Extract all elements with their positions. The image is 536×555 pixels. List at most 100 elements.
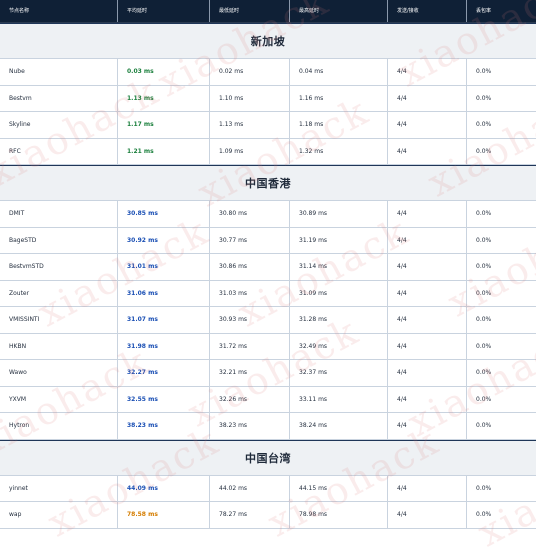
sent-received-cell: 4/4: [388, 227, 467, 253]
node-name-cell: Nube: [0, 59, 118, 85]
table-row: RFC 1.21 ms 1.09 ms 1.32 ms 4/4 0.0%: [0, 138, 536, 165]
table-row: wap 78.58 ms 78.27 ms 78.98 ms 4/4 0.0%: [0, 502, 536, 529]
packet-loss-cell: 0.0%: [476, 316, 492, 323]
min-latency-cell: 32.26 ms: [210, 386, 290, 412]
sent-received-cell: 4/4: [388, 307, 467, 333]
node-name-cell: Hytron: [0, 413, 118, 439]
packet-loss-cell: 0.0%: [476, 289, 492, 297]
packet-loss-cell: 0.0%: [476, 511, 492, 518]
max-latency-cell: 1.16 ms: [290, 85, 388, 111]
node-name-cell: YXVM: [0, 386, 118, 412]
packet-loss-cell: 0.0%: [476, 147, 492, 155]
max-latency-cell: 0.04 ms: [290, 59, 388, 85]
min-latency-cell: 1.10 ms: [210, 85, 290, 111]
table-row: Skyline 1.17 ms 1.13 ms 1.18 ms 4/4 0.0%: [0, 112, 536, 139]
sent-received-cell: 4/4: [388, 201, 467, 227]
node-name-cell: RFC: [0, 138, 118, 164]
min-latency-cell: 1.09 ms: [210, 138, 290, 164]
sent-received-cell: 4/4: [388, 475, 467, 501]
packet-loss-cell: 0.0%: [476, 236, 492, 244]
avg-latency-cell: 30.92 ms: [118, 227, 210, 253]
table-row: BestvmSTD 31.01 ms 30.86 ms 31.14 ms 4/4 0.0%: [0, 254, 536, 281]
avg-latency-cell: 30.85 ms: [118, 201, 210, 227]
node-name-cell: BageSTD: [0, 227, 118, 253]
avg-latency-cell: 31.01 ms: [118, 254, 210, 280]
column-header-node-name: 节点名称: [0, 0, 118, 22]
sent-received-cell: 4/4: [388, 502, 467, 528]
node-name-cell: yinnet: [0, 475, 118, 501]
table-row: VMISSINTI 31.07 ms 30.93 ms 31.28 ms 4/4 0.0%: [0, 307, 536, 334]
avg-latency-cell: 1.21 ms: [118, 138, 210, 164]
max-latency-cell: 32.37 ms: [290, 360, 388, 386]
latency-table: 节点名称 平均延时 最低延时 最高延时 发送/接收 丢包率 新加坡 Nube 0.0…: [0, 0, 536, 529]
node-name-cell: wap: [0, 502, 118, 528]
avg-latency-cell: 38.23 ms: [118, 413, 210, 439]
node-name-cell: DMIT: [0, 201, 118, 227]
avg-latency-cell: 44.09 ms: [118, 475, 210, 501]
packet-loss-cell: 0.0%: [476, 484, 492, 492]
max-latency-cell: 32.49 ms: [290, 333, 388, 359]
max-latency-cell: 44.15 ms: [290, 475, 388, 501]
avg-latency-cell: 78.58 ms: [118, 502, 210, 528]
avg-latency-cell: 1.13 ms: [118, 85, 210, 111]
avg-latency-cell: 1.17 ms: [118, 112, 210, 138]
sent-received-cell: 4/4: [388, 360, 467, 386]
node-name-cell: HKBN: [0, 333, 118, 359]
max-latency-cell: 31.09 ms: [290, 280, 388, 306]
column-header-packet-loss: 丢包率: [476, 8, 492, 14]
min-latency-cell: 78.27 ms: [210, 502, 290, 528]
avg-latency-cell: 32.27 ms: [118, 360, 210, 386]
max-latency-cell: 31.14 ms: [290, 254, 388, 280]
node-name-cell: VMISSINTI: [0, 307, 118, 333]
avg-latency-cell: 31.98 ms: [118, 333, 210, 359]
section-header: 中国台湾: [0, 439, 536, 476]
column-header-max-latency: 最高延时: [290, 0, 388, 22]
max-latency-cell: 78.98 ms: [290, 502, 388, 528]
node-name-cell: Zouter: [0, 280, 118, 306]
min-latency-cell: 30.80 ms: [210, 201, 290, 227]
sent-received-cell: 4/4: [388, 112, 467, 138]
node-name-cell: Wawo: [0, 360, 118, 386]
table-header: 节点名称 平均延时 最低延时 最高延时 发送/接收 丢包率: [0, 0, 536, 23]
table-row: yinnet 44.09 ms 44.02 ms 44.15 ms 4/4 0.0%: [0, 475, 536, 502]
sent-received-cell: 4/4: [388, 254, 467, 280]
column-header-sent-received: 发送/接收: [388, 0, 467, 22]
max-latency-cell: 30.89 ms: [290, 201, 388, 227]
table-row: Zouter 31.06 ms 31.03 ms 31.09 ms 4/4 0.0%: [0, 280, 536, 307]
node-name-cell: Skyline: [0, 112, 118, 138]
max-latency-cell: 31.28 ms: [290, 307, 388, 333]
packet-loss-cell: 0.0%: [476, 263, 492, 270]
min-latency-cell: 1.13 ms: [210, 112, 290, 138]
max-latency-cell: 1.32 ms: [290, 138, 388, 164]
packet-loss-cell: 0.0%: [476, 369, 492, 376]
table-body: 新加坡 Nube 0.03 ms 0.02 ms 0.04 ms 4/4 0.0% Bestv…: [0, 23, 536, 529]
sent-received-cell: 4/4: [388, 413, 467, 439]
packet-loss-cell: 0.0%: [476, 68, 492, 75]
section-header: 中国香港: [0, 165, 536, 201]
sent-received-cell: 4/4: [388, 333, 467, 359]
max-latency-cell: 33.11 ms: [290, 386, 388, 412]
min-latency-cell: 30.86 ms: [210, 254, 290, 280]
table-row: Wawo 32.27 ms 32.21 ms 32.37 ms 4/4 0.0%: [0, 360, 536, 387]
sent-received-cell: 4/4: [388, 280, 467, 306]
max-latency-cell: 31.19 ms: [290, 227, 388, 253]
packet-loss-cell: 0.0%: [476, 422, 492, 429]
avg-latency-cell: 31.07 ms: [118, 307, 210, 333]
packet-loss-cell: 0.0%: [476, 342, 492, 350]
min-latency-cell: 31.03 ms: [210, 280, 290, 306]
sent-received-cell: 4/4: [388, 85, 467, 111]
table-row: Hytron 38.23 ms 38.23 ms 38.24 ms 4/4 0.0%: [0, 413, 536, 440]
min-latency-cell: 32.21 ms: [210, 360, 290, 386]
avg-latency-cell: 32.55 ms: [118, 386, 210, 412]
min-latency-cell: 0.02 ms: [210, 59, 290, 85]
sent-received-cell: 4/4: [388, 138, 467, 164]
table-row: DMIT 30.85 ms 30.80 ms 30.89 ms 4/4 0.0%: [0, 201, 536, 228]
table-row: Nube 0.03 ms 0.02 ms 0.04 ms 4/4 0.0%: [0, 59, 536, 86]
column-header-avg-latency: 平均延时: [118, 0, 210, 22]
column-header-min-latency: 最低延时: [210, 0, 290, 22]
packet-loss-cell: 0.0%: [476, 121, 492, 128]
max-latency-cell: 1.18 ms: [290, 112, 388, 138]
table-row: YXVM 32.55 ms 32.26 ms 33.11 ms 4/4 0.0%: [0, 386, 536, 413]
min-latency-cell: 38.23 ms: [210, 413, 290, 439]
avg-latency-cell: 0.03 ms: [118, 59, 210, 85]
